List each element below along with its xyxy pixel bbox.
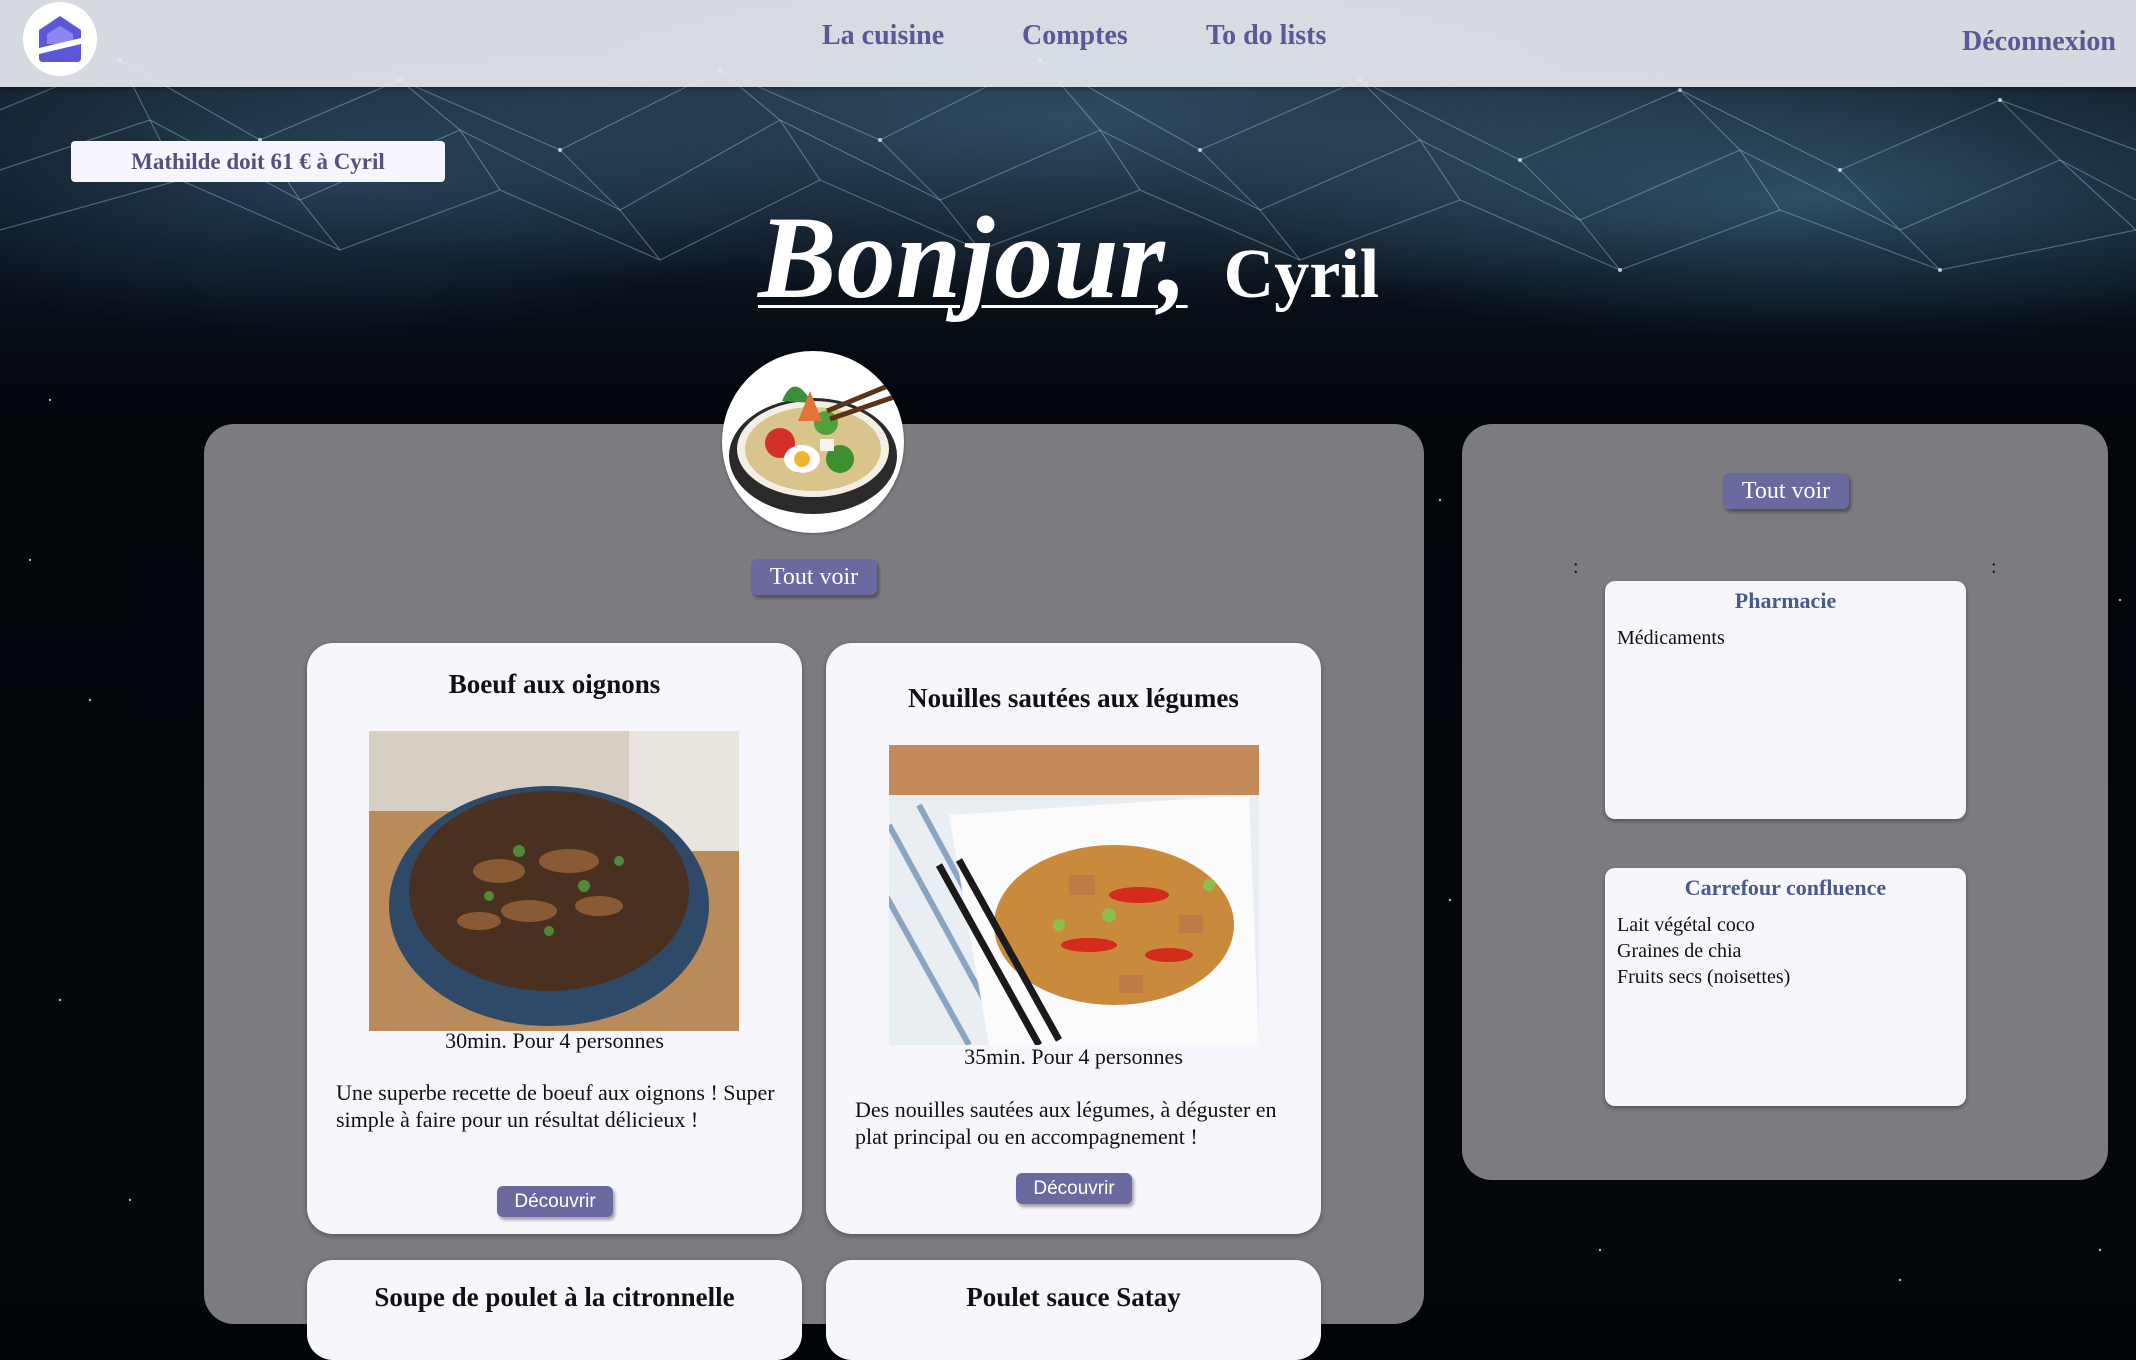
nav-todo-lists[interactable]: To do lists xyxy=(1206,20,1326,52)
greeting-hello: Bonjour, xyxy=(758,192,1188,323)
recipe-image-nouilles xyxy=(889,745,1259,1045)
todo-item: Graines de chia xyxy=(1617,940,1742,962)
kitchen-see-all-button[interactable]: Tout voir xyxy=(751,559,877,595)
bowl-image xyxy=(722,351,904,533)
house-icon xyxy=(39,16,81,62)
todo-list-title: Carrefour confluence xyxy=(1684,875,1887,900)
recipe-meta: 35min. Pour 4 personnes xyxy=(964,1044,1183,1069)
recipe-meta: 30min. Pour 4 personnes xyxy=(445,1028,664,1053)
recipe-card: Poulet sauce Satay xyxy=(826,1260,1321,1360)
nav-comptes[interactable]: Comptes xyxy=(1022,20,1128,52)
greeting-name: Cyril xyxy=(1223,236,1380,313)
greeting: Bonjour, Cyril xyxy=(758,190,1379,326)
recipe-title: Boeuf aux oignons xyxy=(448,669,661,699)
recipe-description: Des nouilles sautées aux légumes, à dégu… xyxy=(855,1097,1277,1149)
discover-button[interactable]: Découvrir xyxy=(1016,1173,1132,1204)
recipe-title: Soupe de poulet à la citronnelle xyxy=(374,1282,735,1312)
top-navbar: La cuisine Comptes To do lists Déconnexi… xyxy=(0,0,2136,87)
recipe-card: Soupe de poulet à la citronnelle xyxy=(307,1260,802,1360)
todo-list-title: Pharmacie xyxy=(1734,588,1837,613)
todo-list-items: Médicaments xyxy=(1617,625,1725,651)
colon-left: : xyxy=(1573,556,1579,578)
colon-right: : xyxy=(1991,556,1997,578)
logout-link[interactable]: Déconnexion xyxy=(1962,26,2116,58)
todo-see-all-button[interactable]: Tout voir xyxy=(1723,473,1849,509)
todo-item: Fruits secs (noisettes) xyxy=(1617,966,1791,988)
recipe-card: Nouilles sautées aux légumes 35min. Pour… xyxy=(826,643,1321,1234)
nav-la-cuisine[interactable]: La cuisine xyxy=(822,20,944,52)
recipe-image-boeuf xyxy=(369,731,739,1031)
home-logo-button[interactable] xyxy=(23,2,97,76)
todo-list-card[interactable]: Pharmacie Médicaments xyxy=(1605,581,1966,819)
todo-list-items: Lait végétal coco Graines de chia Fruits… xyxy=(1617,912,1790,990)
debt-banner: Mathilde doit 61 € à Cyril xyxy=(71,141,445,182)
recipe-title: Nouilles sautées aux légumes xyxy=(908,683,1239,713)
todo-item: Lait végétal coco xyxy=(1617,914,1755,936)
recipe-title: Poulet sauce Satay xyxy=(966,1282,1181,1312)
todo-list-card[interactable]: Carrefour confluence Lait végétal coco G… xyxy=(1605,868,1966,1106)
recipe-description: Une superbe recette de boeuf aux oignons… xyxy=(336,1080,775,1132)
todo-item: Médicaments xyxy=(1617,627,1725,649)
recipe-card: Boeuf aux oignons 30min. Pour 4 personne… xyxy=(307,643,802,1234)
discover-button[interactable]: Découvrir xyxy=(497,1186,613,1217)
